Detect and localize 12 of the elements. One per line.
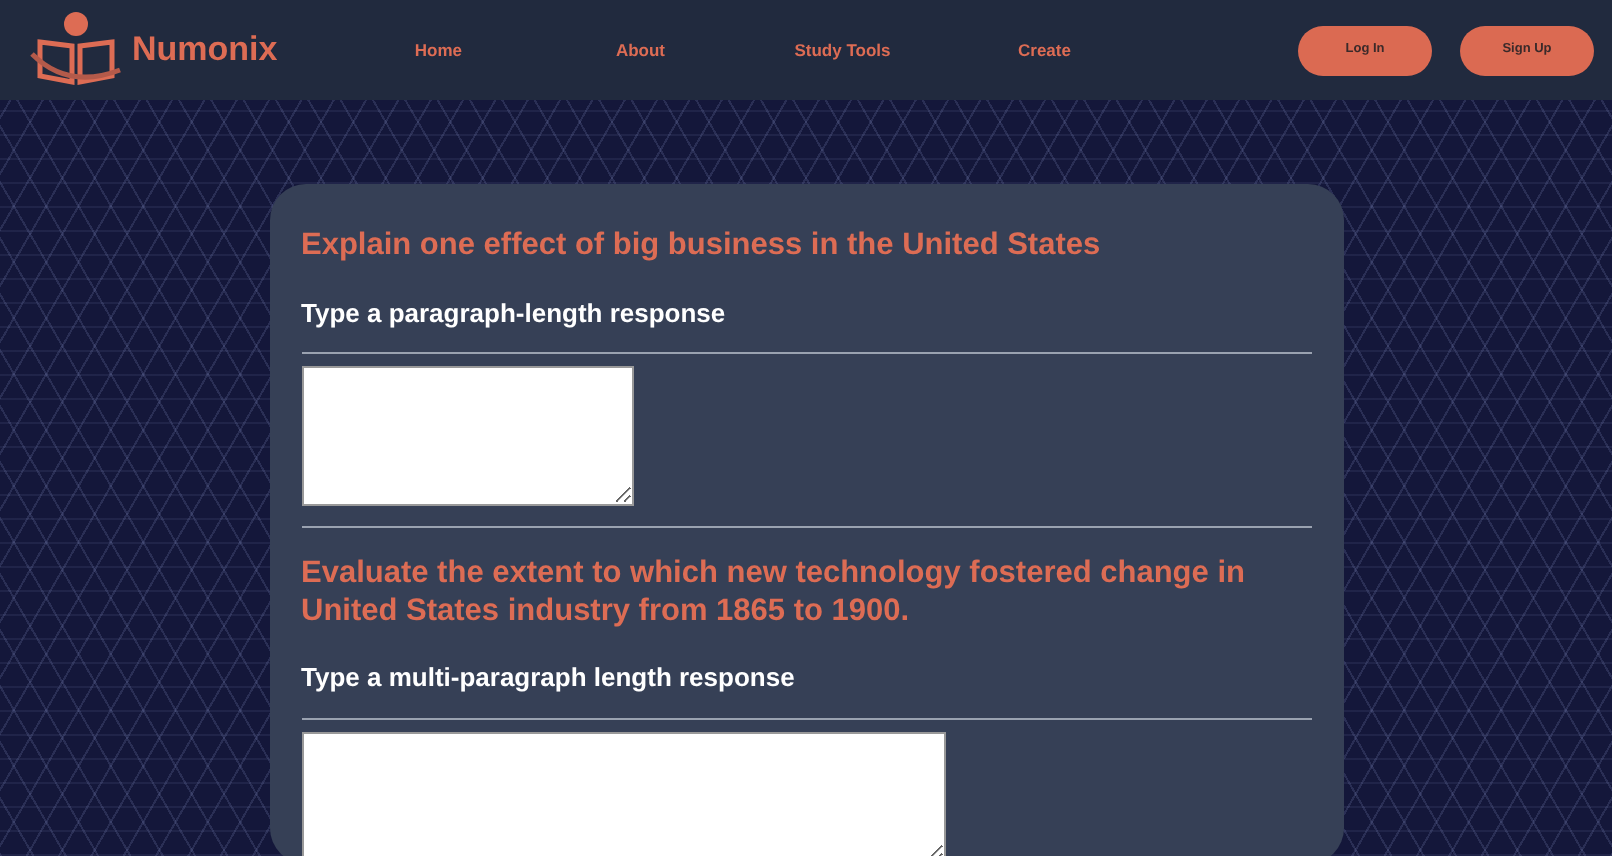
response-instruction: Type a multi-paragraph length response	[301, 660, 797, 697]
question-prompt: Evaluate the extent to which new technology fostered change in United States industry from 1865 to 1900.	[301, 556, 1247, 631]
answer-box[interactable]	[301, 366, 633, 507]
question-prompt: Explain one effect of big business in the United States	[301, 228, 1103, 266]
nav-link[interactable]: Create	[943, 37, 1146, 63]
nav-link[interactable]: Home	[337, 37, 540, 63]
nav-link[interactable]: Study Tools	[741, 37, 944, 63]
answer-box[interactable]	[301, 731, 945, 856]
book-reader-logo-icon	[28, 10, 124, 90]
brand-name[interactable]: Numonix	[132, 24, 278, 76]
response-instruction: Type a paragraph-length response	[301, 295, 728, 332]
nav-link[interactable]: About	[539, 37, 742, 63]
